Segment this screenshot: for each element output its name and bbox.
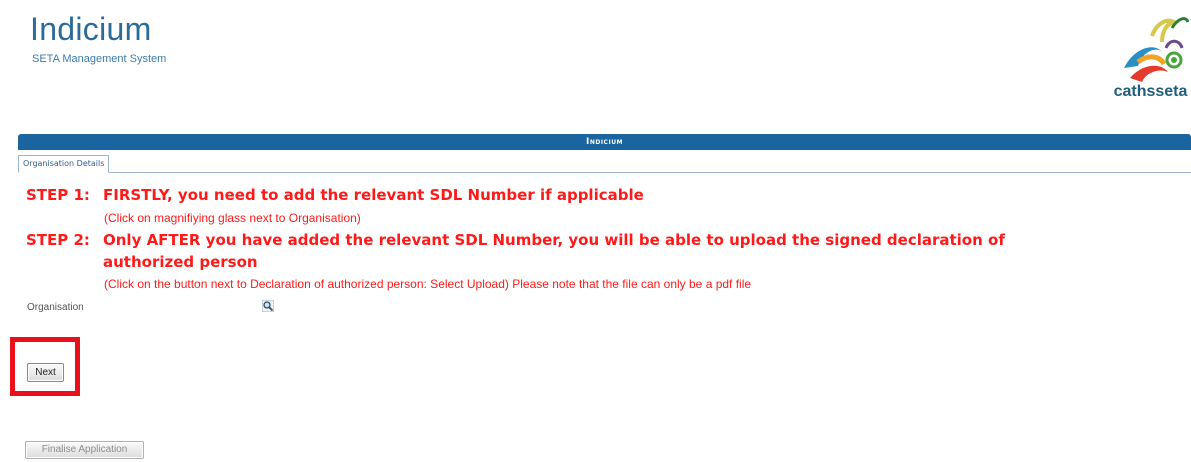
- step1-prefix: STEP 1:: [26, 186, 90, 204]
- tab-strip: Organisation Details: [18, 150, 1191, 173]
- step2-note: (Click on the button next to Declaration…: [104, 277, 752, 291]
- step2-line2: authorized person: [103, 253, 258, 271]
- next-button[interactable]: Next: [27, 363, 64, 382]
- module-title: Indicium: [585, 137, 624, 147]
- finalise-application-button[interactable]: Finalise Application: [25, 441, 144, 459]
- magnifying-glass-icon[interactable]: [262, 300, 274, 312]
- brand-name: cathsseta: [1113, 83, 1188, 100]
- step1-note: (Click on magnifiying glass next to Orga…: [104, 211, 361, 225]
- step2-prefix: STEP 2:: [26, 231, 90, 249]
- step1-text: FIRSTLY, you need to add the relevant SD…: [103, 186, 644, 204]
- tab-organisation-details[interactable]: Organisation Details: [18, 155, 110, 173]
- app-subtitle: SETA Management System: [32, 53, 167, 65]
- module-title-bar: Indicium: [18, 134, 1191, 150]
- organisation-label: Organisation: [27, 302, 84, 313]
- app-title: Indicium: [30, 11, 152, 47]
- step2-line1: Only AFTER you have added the relevant S…: [103, 231, 1005, 249]
